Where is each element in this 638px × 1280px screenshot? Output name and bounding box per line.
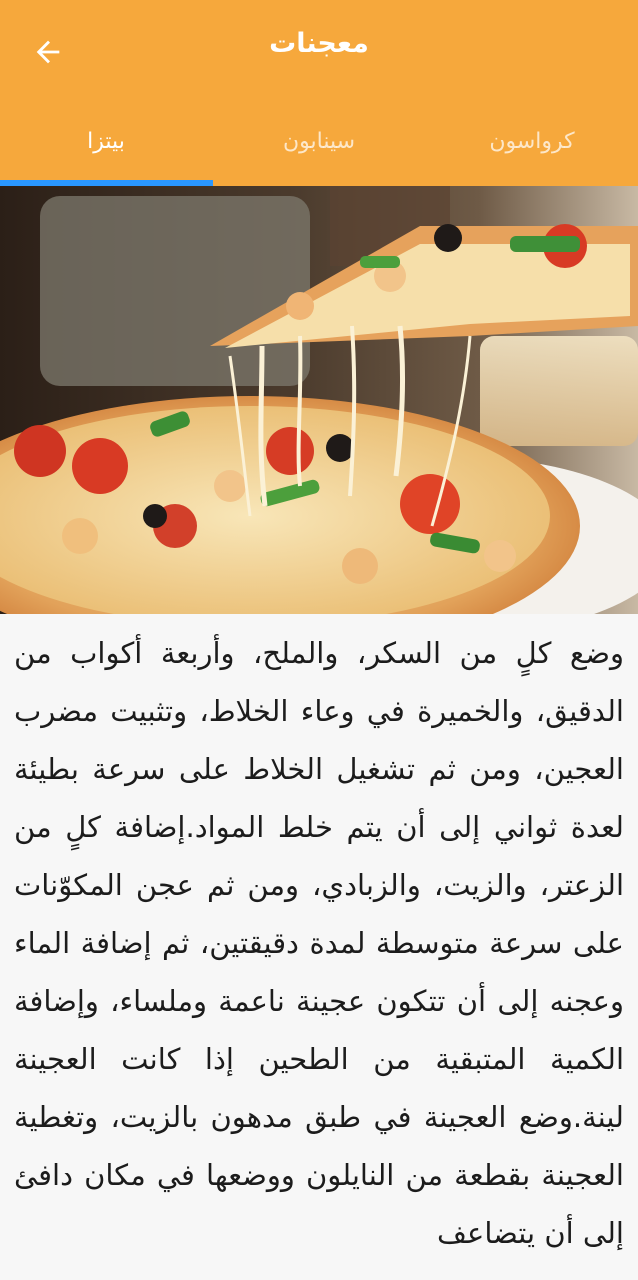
app-screen: معجنات كرواسون سينابون بيتزا وضع كلٍ من …: [0, 0, 638, 1280]
pizza-photo-illustration: [0, 186, 638, 614]
tab-pizza[interactable]: بيتزا: [0, 100, 212, 182]
toolbar: معجنات: [0, 0, 638, 96]
app-bar: معجنات كرواسون سينابون بيتزا: [0, 0, 638, 186]
recipe-text: وضع كلٍ من السكر، والملح، وأربعة أكواب م…: [14, 636, 624, 1250]
tab-bar: كرواسون سينابون بيتزا: [0, 100, 638, 186]
tab-croissant[interactable]: كرواسون: [426, 100, 638, 182]
tab-cinnabon[interactable]: سينابون: [213, 100, 425, 182]
recipe-content: وضع كلٍ من السكر، والملح، وأربعة أكواب م…: [0, 614, 638, 1280]
pizza-image: [0, 186, 638, 614]
page-title: معجنات: [269, 28, 369, 59]
